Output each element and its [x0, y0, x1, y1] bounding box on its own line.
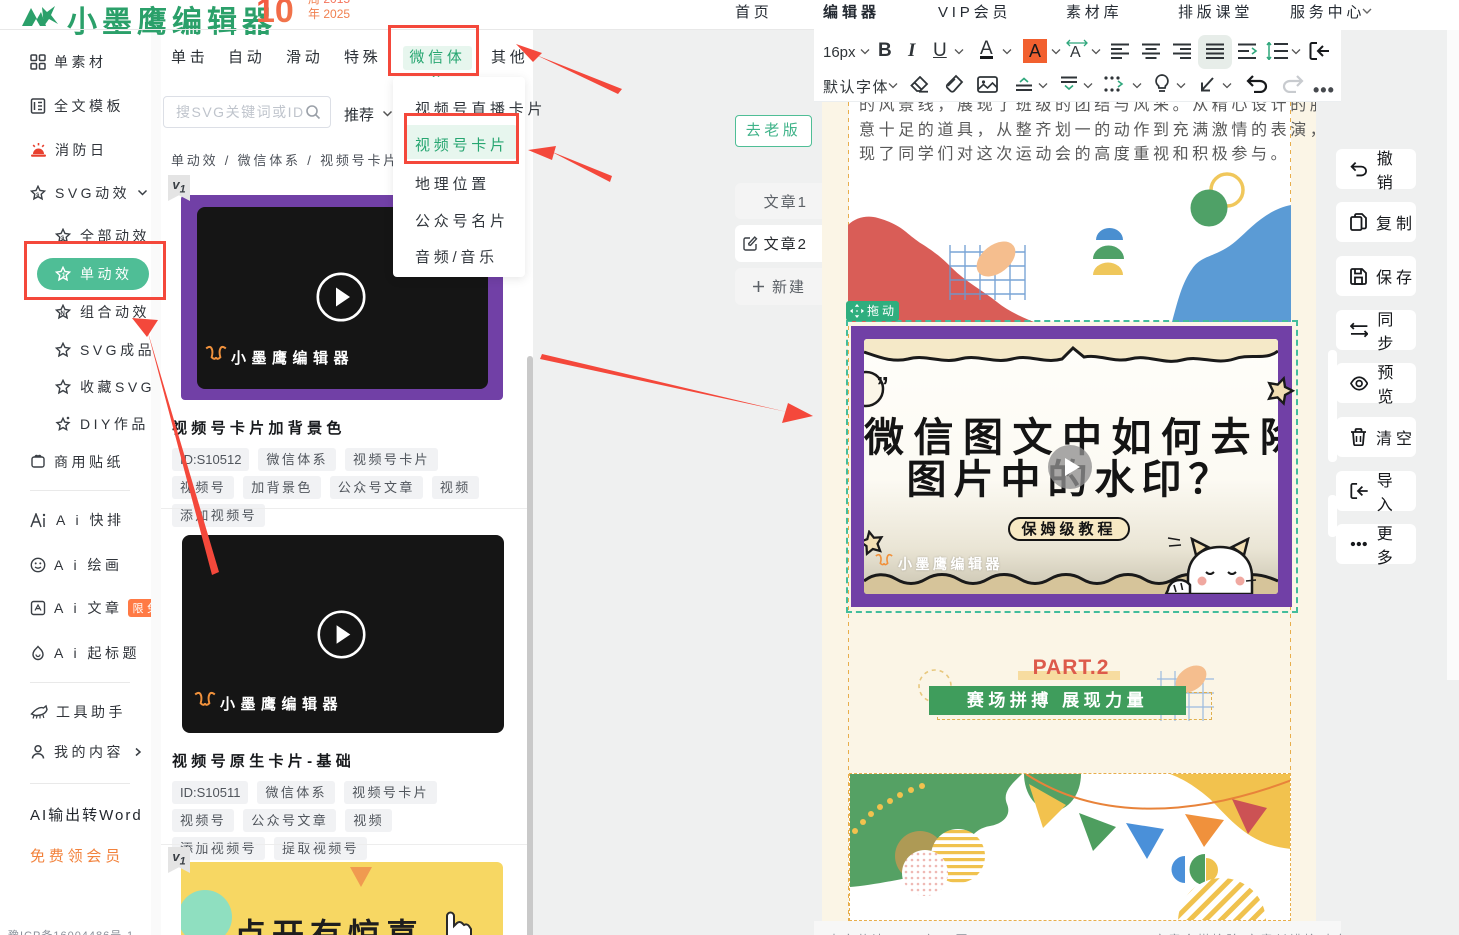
- svg-text:s: s: [36, 192, 43, 198]
- svg-text:N: N: [61, 311, 69, 317]
